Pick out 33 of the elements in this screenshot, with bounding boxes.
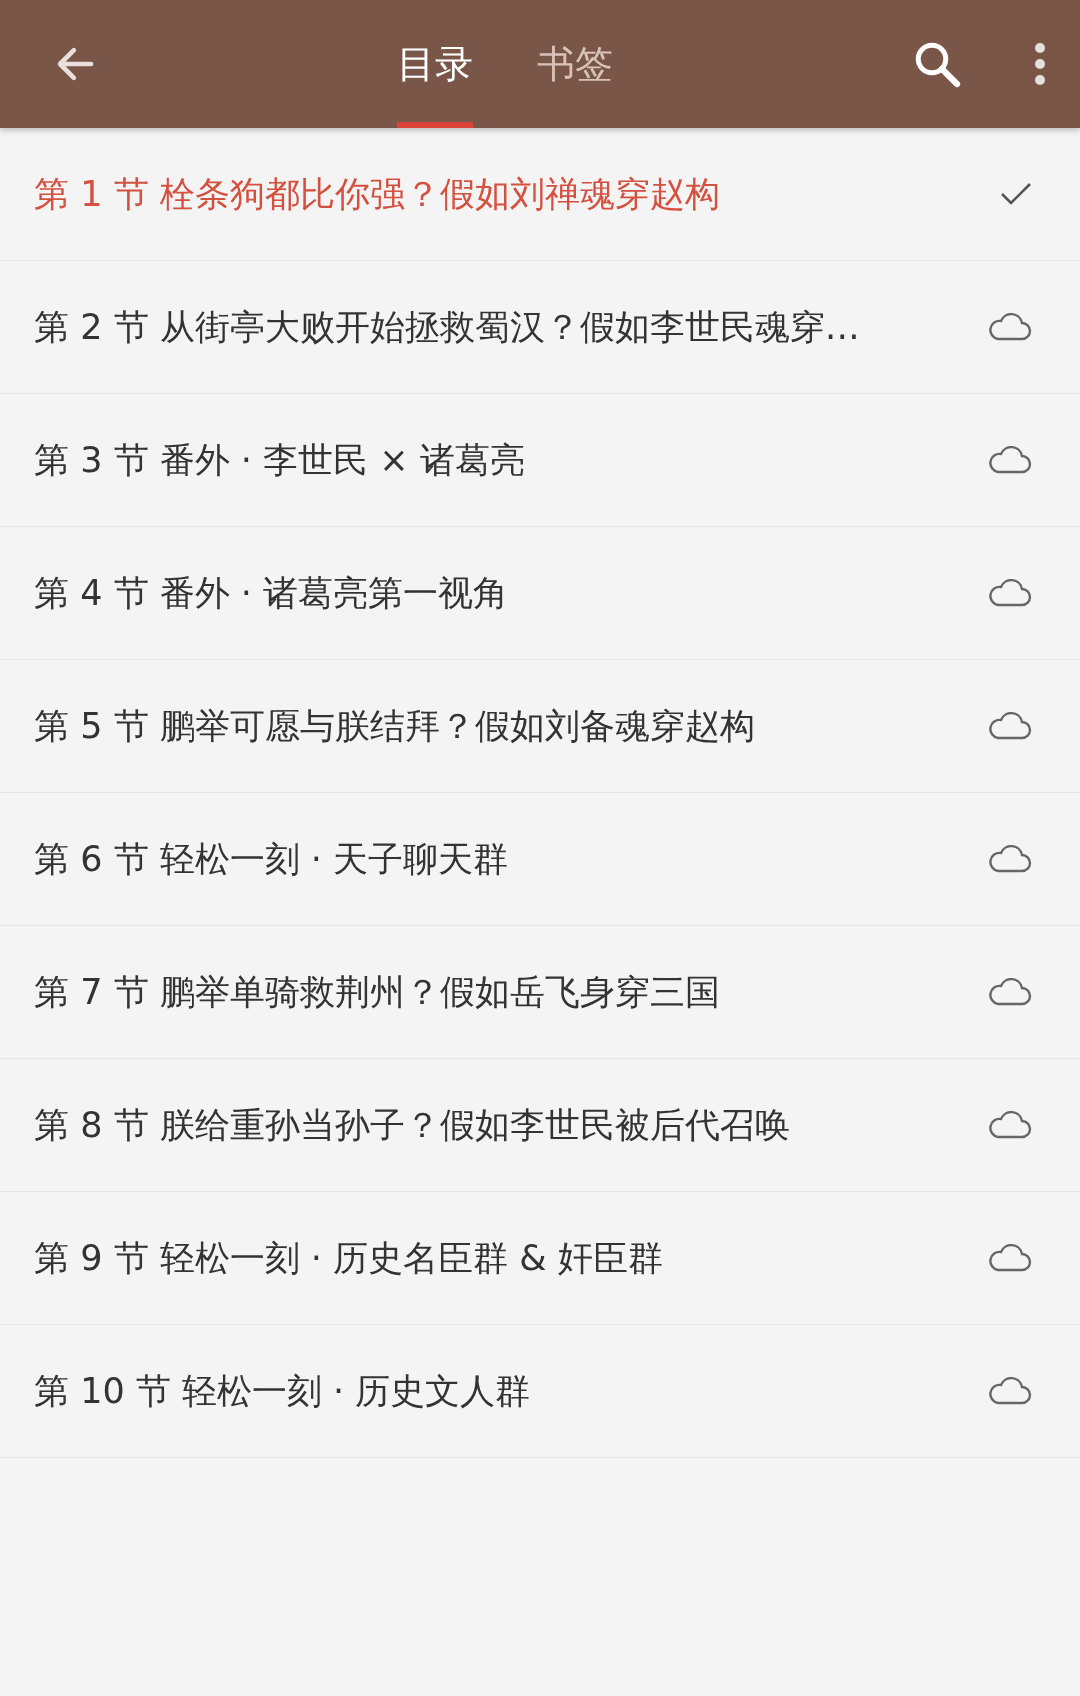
chapter-item[interactable]: 第 5 节 鹏举可愿与朕结拜？假如刘备魂穿赵构 xyxy=(0,660,1080,793)
chapter-item[interactable]: 第 2 节 从街亭大败开始拯救蜀汉？假如李世民魂穿… xyxy=(0,261,1080,394)
chapter-title: 第 3 节 番外 · 李世民 × 诸葛亮 xyxy=(34,438,525,482)
cloud-icon xyxy=(988,712,1032,740)
chapter-item[interactable]: 第 8 节 朕给重孙当孙子？假如李世民被后代召唤 xyxy=(0,1059,1080,1192)
chapter-title: 第 9 节 轻松一刻 · 历史名臣群 & 奸臣群 xyxy=(34,1236,663,1280)
tab[interactable]: 书签 xyxy=(537,0,613,128)
chapter-title: 第 5 节 鹏举可愿与朕结拜？假如刘备魂穿赵构 xyxy=(34,704,755,748)
cloud-icon xyxy=(988,313,1032,341)
cloud-icon xyxy=(988,1244,1032,1272)
chapter-title: 第 8 节 朕给重孙当孙子？假如李世民被后代召唤 xyxy=(34,1103,790,1147)
cloud-icon xyxy=(988,845,1032,873)
cloud-icon xyxy=(988,978,1032,1006)
chapter-item[interactable]: 第 7 节 鹏举单骑救荆州？假如岳飞身穿三国 xyxy=(0,926,1080,1059)
chapter-item[interactable]: 第 9 节 轻松一刻 · 历史名臣群 & 奸臣群 xyxy=(0,1192,1080,1325)
tab[interactable]: 目录 xyxy=(397,0,473,128)
chapter-item[interactable]: 第 4 节 番外 · 诸葛亮第一视角 xyxy=(0,527,1080,660)
chapter-item[interactable]: 第 10 节 轻松一刻 · 历史文人群 xyxy=(0,1325,1080,1458)
chapter-item[interactable]: 第 1 节 栓条狗都比你强？假如刘禅魂穿赵构 xyxy=(0,128,1080,261)
cloud-icon xyxy=(988,1111,1032,1139)
chapter-item[interactable]: 第 3 节 番外 · 李世民 × 诸葛亮 xyxy=(0,394,1080,527)
chapter-title: 第 10 节 轻松一刻 · 历史文人群 xyxy=(34,1369,531,1413)
chapter-title: 第 4 节 番外 · 诸葛亮第一视角 xyxy=(34,571,509,615)
cloud-icon xyxy=(988,446,1032,474)
chapter-item[interactable]: 第 6 节 轻松一刻 · 天子聊天群 xyxy=(0,793,1080,926)
chapter-title: 第 1 节 栓条狗都比你强？假如刘禅魂穿赵构 xyxy=(34,172,720,216)
chapter-title: 第 2 节 从街亭大败开始拯救蜀汉？假如李世民魂穿… xyxy=(34,305,860,349)
more-icon[interactable] xyxy=(1034,42,1046,86)
chapter-title: 第 6 节 轻松一刻 · 天子聊天群 xyxy=(34,837,509,881)
cloud-icon xyxy=(988,579,1032,607)
chapter-title: 第 7 节 鹏举单骑救荆州？假如岳飞身穿三国 xyxy=(34,970,720,1014)
cloud-icon xyxy=(988,1377,1032,1405)
check-icon xyxy=(1000,182,1032,206)
